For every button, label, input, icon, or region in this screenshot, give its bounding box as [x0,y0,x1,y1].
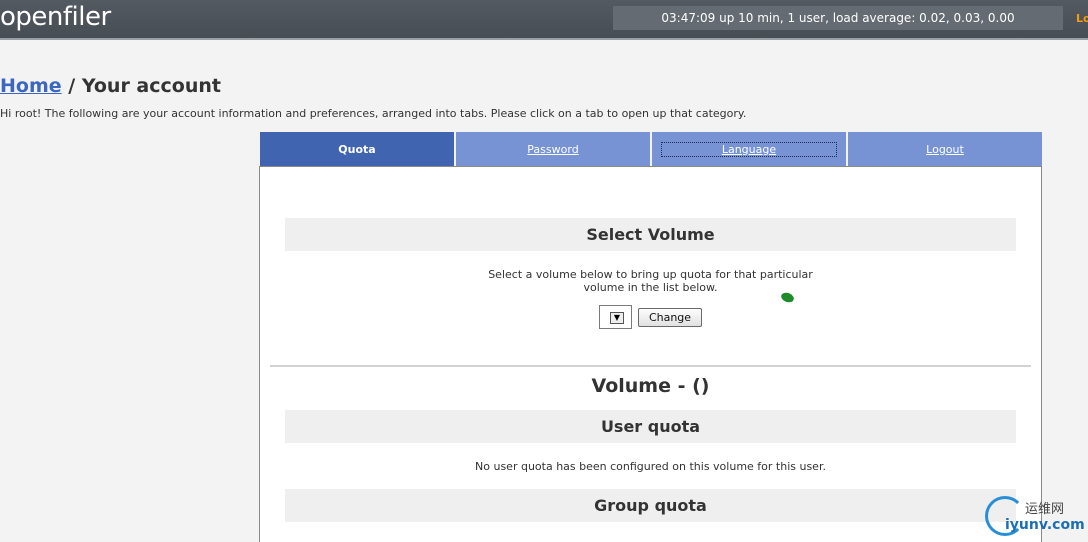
intro-text: Hi root! The following are your account … [0,107,747,120]
system-uptime-status: 03:47:09 up 10 min, 1 user, load average… [613,6,1063,30]
quota-panel: Select Volume Select a volume below to b… [259,166,1042,542]
page-title: Your account [81,75,221,97]
user-quota-heading: User quota [285,410,1016,443]
change-button[interactable]: Change [638,308,702,327]
breadcrumb: Home / Your account [0,75,221,97]
tab-logout[interactable]: Logout [848,132,1042,166]
tab-password[interactable]: Password [456,132,650,166]
watermark-chinese-text: 运维网 [1025,502,1065,517]
openfiler-logo: openfiler [0,2,111,32]
breadcrumb-separator: / [68,75,76,97]
select-volume-heading: Select Volume [285,218,1016,251]
group-quota-heading: Group quota [285,489,1016,522]
volume-title: Volume - () [591,375,710,397]
tab-language[interactable]: Language [652,132,846,166]
select-volume-description-line2: volume in the list below. [583,281,718,294]
dropdown-arrow-icon[interactable]: ▼ [610,312,624,324]
account-tabs: Quota Password Language Logout [260,132,1042,166]
select-volume-description-line1: Select a volume below to bring up quota … [488,268,813,281]
top-header-bar: openfiler 03:47:09 up 10 min, 1 user, lo… [0,0,1088,40]
section-divider [270,365,1031,367]
watermark-domain-text: iyunv.com [1005,517,1085,533]
user-quota-message: No user quota has been configured on thi… [475,460,826,473]
breadcrumb-home-link[interactable]: Home [0,75,62,97]
tab-quota[interactable]: Quota [260,132,454,166]
volume-select[interactable]: ▼ [599,305,632,329]
site-watermark: 运维网 iyunv.com [985,496,1088,542]
header-logout-link[interactable]: Lo [1076,12,1088,25]
